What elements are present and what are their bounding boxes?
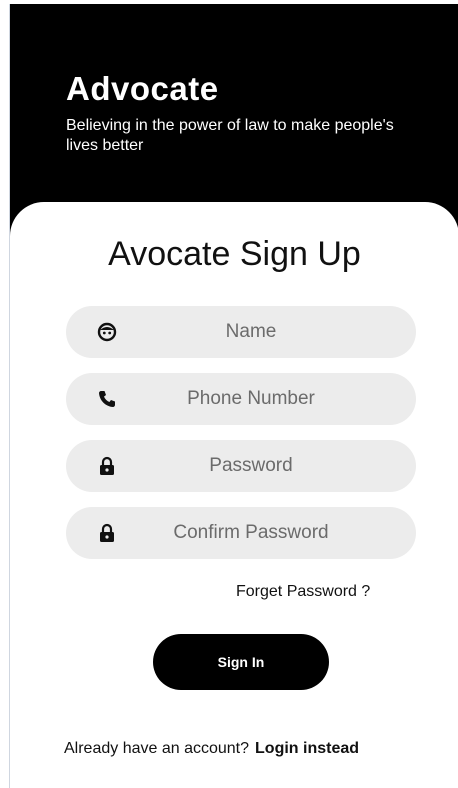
password-input[interactable] bbox=[66, 440, 416, 492]
password-field[interactable] bbox=[66, 440, 416, 492]
app-title: Advocate bbox=[66, 70, 219, 107]
footer: Already have an account? Login instead bbox=[64, 740, 359, 758]
lock-icon bbox=[96, 455, 118, 477]
tagline: Believing in the power of law to make pe… bbox=[66, 117, 394, 154]
confirm-password-field[interactable] bbox=[66, 507, 416, 559]
forget-password-link[interactable]: Forget Password ? bbox=[236, 583, 370, 601]
name-input[interactable] bbox=[66, 306, 416, 358]
phone-icon bbox=[96, 388, 118, 410]
login-instead-link[interactable]: Login instead bbox=[255, 740, 359, 757]
lock-icon bbox=[96, 522, 118, 544]
phone-field[interactable] bbox=[66, 373, 416, 425]
phone-input[interactable] bbox=[66, 373, 416, 425]
face-icon bbox=[96, 321, 118, 343]
account-prompt: Already have an account? bbox=[64, 740, 250, 757]
page-title: Avocate Sign Up bbox=[108, 235, 361, 273]
app-frame: Advocate Believing in the power of law t… bbox=[9, 4, 458, 788]
confirm-password-input[interactable] bbox=[66, 507, 416, 559]
sign-in-button[interactable]: Sign In bbox=[153, 634, 329, 690]
signup-card: Avocate Sign Up Name Phone Number Forget… bbox=[10, 202, 458, 788]
name-field[interactable] bbox=[66, 306, 416, 358]
header: Advocate Believing in the power of law t… bbox=[66, 70, 439, 156]
